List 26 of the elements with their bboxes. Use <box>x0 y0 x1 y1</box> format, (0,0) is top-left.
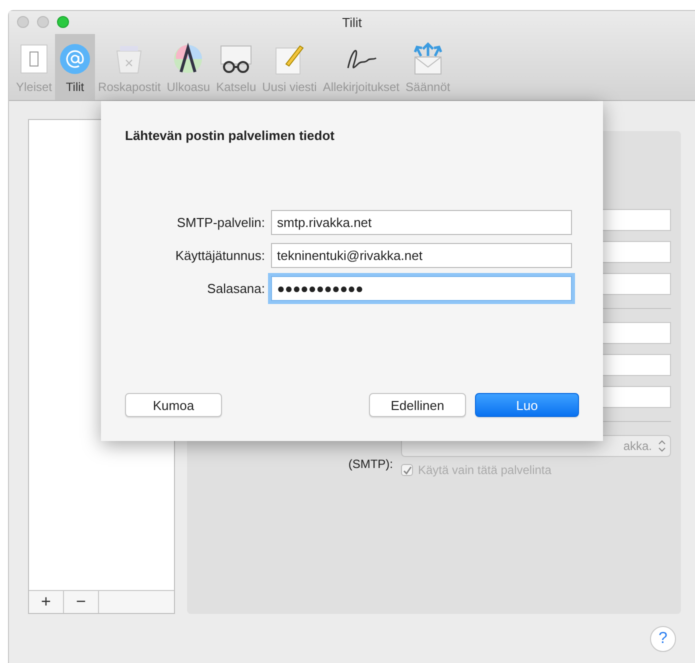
field-label: Salasana: <box>206 281 265 296</box>
toolbar-tab[interactable]: Katselu <box>213 34 260 100</box>
zoom-button[interactable] <box>57 16 69 28</box>
toolbar-tab[interactable]: Allekirjoitukset <box>320 34 403 100</box>
toolbar-tab[interactable]: Tilit <box>55 34 96 100</box>
default-button[interactable]: Luo <box>475 393 579 417</box>
field-label: SMTP-palvelin: <box>176 215 265 230</box>
window-title: Tilit <box>342 15 362 30</box>
toolbar-tab[interactable]: Uusi viesti <box>259 34 320 100</box>
smtp-label: (SMTP): <box>348 456 393 471</box>
toolbar-tab[interactable]: Yleiset <box>13 34 56 100</box>
updown-arrows-icon <box>658 440 666 452</box>
toolbar-tab[interactable]: Ulkoasu <box>164 34 214 100</box>
input-field[interactable]: tekninentuki@rivakka.net <box>271 243 572 268</box>
toolbar-tab[interactable]: Säännöt <box>402 34 454 100</box>
minimize-button[interactable] <box>37 16 49 28</box>
help-button[interactable]: ? <box>650 626 676 652</box>
dialog-button[interactable]: Edellinen <box>369 393 466 417</box>
input-field[interactable]: ●●●●●●●●●●● <box>271 276 572 301</box>
at-sign-icon <box>58 42 92 76</box>
close-button[interactable] <box>17 16 29 28</box>
field-label: Käyttäjätunnus: <box>174 248 265 263</box>
dialog-button[interactable]: Kumoa <box>125 393 222 417</box>
dialog-title: Lähtevän postin palvelimen tiedot <box>125 128 336 143</box>
toolbar-tab[interactable]: Roskapostit <box>95 34 164 100</box>
input-field[interactable]: smtp.rivakka.net <box>271 210 572 235</box>
